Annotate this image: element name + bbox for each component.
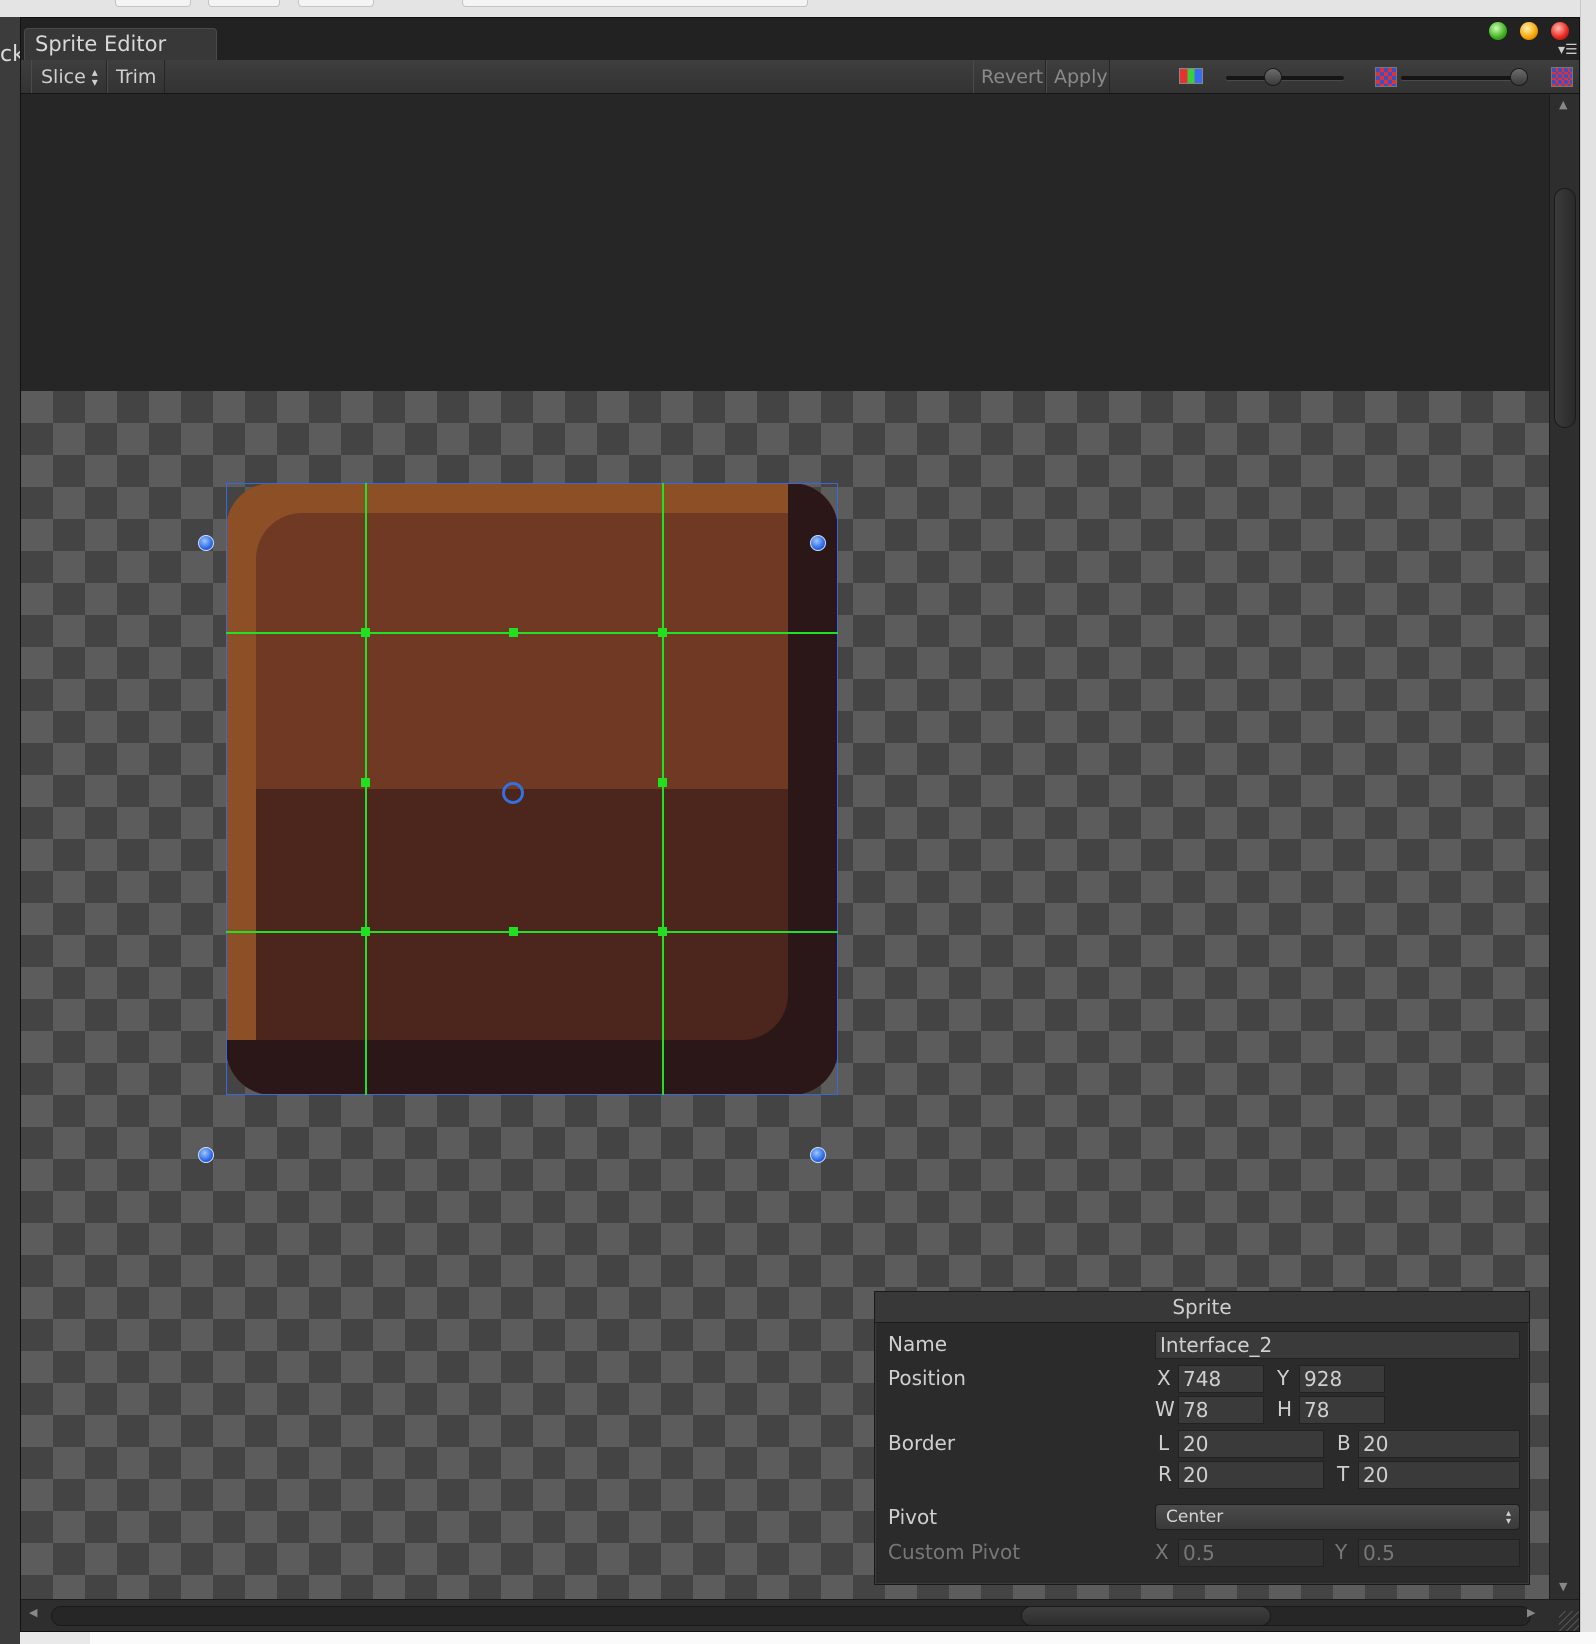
- h-label: H: [1277, 1397, 1293, 1421]
- tab-label: Sprite Editor: [35, 32, 167, 56]
- border-guide-top[interactable]: [226, 632, 838, 634]
- border-guide-bottom[interactable]: [226, 931, 838, 933]
- background-left-panel: ck: [0, 17, 22, 1644]
- slice-label: Slice: [41, 65, 86, 88]
- trim-label: Trim: [116, 65, 157, 88]
- border-l-field[interactable]: 20: [1178, 1430, 1324, 1458]
- window-menu-icon[interactable]: ▾☰: [1558, 43, 1578, 57]
- r-label: R: [1158, 1462, 1172, 1486]
- border-r-field[interactable]: 20: [1178, 1461, 1324, 1489]
- pivot-handle[interactable]: [502, 782, 524, 804]
- mipmap-low-icon: [1375, 67, 1397, 87]
- horizontal-scroll-track[interactable]: [51, 1606, 1531, 1626]
- background-tab: [298, 0, 374, 7]
- panel-header: Sprite: [875, 1292, 1529, 1323]
- title-bar: Sprite Editor ▾☰: [21, 18, 1579, 60]
- border-b-field[interactable]: 20: [1358, 1430, 1520, 1458]
- vertical-scroll-thumb[interactable]: [1554, 188, 1576, 428]
- sprite-selection-rect[interactable]: [226, 483, 838, 1095]
- background-bottom-panel: [90, 1632, 1596, 1644]
- rgb-channels-icon[interactable]: [1179, 68, 1203, 84]
- revert-button[interactable]: Revert: [973, 60, 1046, 93]
- updown-arrow-icon: ▴ ▾: [91, 64, 98, 89]
- mipmap-slider-knob[interactable]: [1510, 68, 1528, 86]
- x-label: X: [1157, 1366, 1171, 1390]
- maximize-button[interactable]: [1489, 22, 1507, 40]
- border-handle[interactable]: [509, 927, 518, 936]
- w-label: W: [1155, 1397, 1175, 1421]
- custom-pivot-label: Custom Pivot: [888, 1540, 1021, 1564]
- border-handle[interactable]: [509, 628, 518, 637]
- position-h-field[interactable]: 78: [1299, 1396, 1385, 1424]
- border-label: Border: [888, 1431, 956, 1455]
- b-label: B: [1337, 1431, 1351, 1455]
- resize-grip-icon[interactable]: [1559, 1611, 1579, 1631]
- apply-button[interactable]: Apply: [1046, 60, 1110, 93]
- zoom-slider-knob[interactable]: [1264, 68, 1283, 86]
- toolbar: Slice ▴ ▾ Trim Revert Apply: [21, 60, 1579, 94]
- pivot-dropdown[interactable]: Center ▴ ▾: [1155, 1504, 1520, 1530]
- name-field[interactable]: Interface_2: [1155, 1331, 1520, 1359]
- panel-title: Sprite: [1172, 1295, 1232, 1319]
- border-guide-left[interactable]: [365, 483, 367, 1095]
- border-handle[interactable]: [658, 778, 667, 787]
- slice-dropdown[interactable]: Slice ▴ ▾: [31, 60, 107, 93]
- revert-label: Revert: [981, 65, 1044, 88]
- custom-pivot-x-label: X: [1155, 1540, 1169, 1564]
- horizontal-scrollbar[interactable]: ◀ ▶: [21, 1599, 1579, 1631]
- border-handle[interactable]: [361, 778, 370, 787]
- sprite-inspector-panel: Sprite Name Interface_2 Position X 748 Y…: [874, 1291, 1530, 1585]
- zoom-slider[interactable]: [1226, 76, 1344, 80]
- minimize-button[interactable]: [1520, 22, 1538, 40]
- custom-pivot-x-field: 0.5: [1178, 1539, 1324, 1567]
- background-tab: [462, 0, 808, 7]
- border-guide-right[interactable]: [662, 483, 664, 1095]
- border-handle[interactable]: [658, 628, 667, 637]
- updown-arrow-icon: ▴ ▾: [1505, 1508, 1511, 1527]
- scroll-left-arrow-icon[interactable]: ◀: [29, 1606, 37, 1619]
- horizontal-scroll-thumb[interactable]: [1021, 1606, 1271, 1626]
- background-window-strip: [0, 0, 1596, 18]
- y-label: Y: [1277, 1366, 1290, 1390]
- name-label: Name: [888, 1332, 948, 1356]
- close-button[interactable]: [1551, 22, 1569, 40]
- sprite-editor-window: Sprite Editor ▾☰ Slice ▴ ▾ Trim Revert Ap…: [20, 17, 1580, 1632]
- t-label: T: [1337, 1462, 1350, 1486]
- background-left-text: ck: [0, 42, 22, 67]
- border-handle[interactable]: [361, 927, 370, 936]
- custom-pivot-y-label: Y: [1335, 1540, 1348, 1564]
- scroll-right-arrow-icon[interactable]: ▶: [1527, 1606, 1535, 1619]
- background-tab: [208, 0, 280, 7]
- resize-handle-top-right[interactable]: [810, 535, 826, 551]
- pivot-label: Pivot: [888, 1505, 938, 1529]
- pivot-value: Center: [1166, 1507, 1224, 1527]
- resize-handle-bottom-right[interactable]: [810, 1147, 826, 1163]
- scroll-down-arrow-icon[interactable]: ▼: [1559, 1580, 1567, 1593]
- scroll-up-arrow-icon[interactable]: ▲: [1559, 98, 1567, 111]
- background-right-panel: [1580, 0, 1596, 1644]
- position-label: Position: [888, 1366, 966, 1390]
- mipmap-high-icon: [1551, 67, 1573, 87]
- background-tab: [115, 0, 191, 7]
- vertical-scrollbar[interactable]: ▲ ▼: [1549, 94, 1579, 1599]
- position-w-field[interactable]: 78: [1178, 1396, 1264, 1424]
- border-handle[interactable]: [658, 927, 667, 936]
- mipmap-slider[interactable]: [1401, 76, 1519, 80]
- trim-button[interactable]: Trim: [107, 60, 165, 93]
- apply-label: Apply: [1054, 65, 1108, 88]
- tab-sprite-editor[interactable]: Sprite Editor: [24, 28, 217, 60]
- border-t-field[interactable]: 20: [1358, 1461, 1520, 1489]
- position-x-field[interactable]: 748: [1178, 1365, 1264, 1393]
- border-handle[interactable]: [361, 628, 370, 637]
- custom-pivot-y-field: 0.5: [1358, 1539, 1520, 1567]
- l-label: L: [1158, 1431, 1170, 1455]
- resize-handle-top-left[interactable]: [198, 535, 214, 551]
- position-y-field[interactable]: 928: [1299, 1365, 1385, 1393]
- resize-handle-bottom-left[interactable]: [198, 1147, 214, 1163]
